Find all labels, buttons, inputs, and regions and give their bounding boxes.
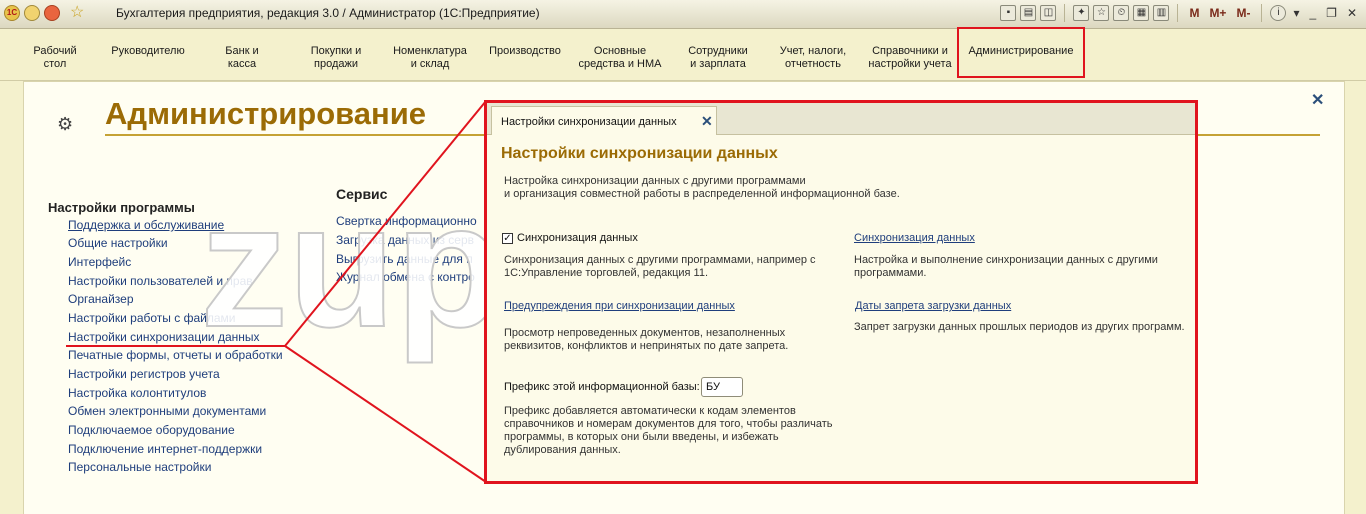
tab-label: Настройки синхронизации данных — [501, 116, 677, 128]
section-manager[interactable]: Руководителю — [111, 45, 184, 58]
link-print-forms[interactable]: Печатные формы, отчеты и обработки — [68, 348, 283, 362]
form-tab-bar: Настройки синхронизации данных ✕ — [487, 103, 1195, 135]
link-files[interactable]: Настройки работы с файлами — [68, 311, 235, 325]
info-icon[interactable]: i — [1270, 5, 1287, 21]
section-production[interactable]: Производство — [489, 45, 561, 58]
favorites-icon[interactable]: ☆ — [1093, 5, 1110, 21]
sync-warnings-link[interactable]: Предупреждения при синхронизации данных — [504, 300, 735, 312]
home-icon[interactable] — [44, 5, 60, 21]
link-users-rights[interactable]: Настройки пользователей и прав — [68, 274, 253, 288]
sync-settings-window: Настройки синхронизации данных ✕ Настрой… — [484, 100, 1198, 484]
link-sync-settings[interactable]: Настройки синхронизации данных — [68, 330, 260, 344]
page-title: Администрирование — [105, 96, 427, 131]
add-favorite-icon[interactable]: ✦ — [1073, 5, 1090, 21]
title-bar-left: 1С ☆ — [4, 5, 84, 21]
sync-checkbox-desc-line2: 1С:Управление торговлей, редакция 11. — [504, 267, 709, 279]
prefix-desc-line2: справочников и номерам документов для то… — [504, 418, 833, 430]
link-internet-support[interactable]: Подключение интернет-поддержки — [68, 442, 262, 456]
sync-checkbox-desc-line1: Синхронизация данных с другими программа… — [504, 254, 816, 266]
section-bank[interactable]: Банк и касса — [225, 45, 258, 71]
close-window-button[interactable]: ✕ — [1344, 6, 1360, 20]
section-desktop[interactable]: Рабочий стол — [33, 45, 76, 71]
close-icon[interactable]: ✕ — [1311, 90, 1324, 110]
minimize-button[interactable]: _ — [1306, 6, 1319, 20]
title-bar: 1С ☆ Бухгалтерия предприятия, редакция 3… — [0, 0, 1366, 29]
prefix-desc-line4: дублирования данных. — [504, 444, 621, 456]
section-nomenclature[interactable]: Номенклатура и склад — [393, 45, 467, 71]
prefix-input[interactable] — [701, 377, 743, 397]
restore-button[interactable]: ❐ — [1323, 6, 1340, 20]
window-title: Бухгалтерия предприятия, редакция 3.0 / … — [116, 6, 540, 20]
sections-panel: Рабочий стол Руководителю Банк и касса Пок… — [0, 29, 1366, 81]
link-support[interactable]: Поддержка и обслуживание — [68, 218, 224, 232]
close-tab-icon[interactable]: ✕ — [701, 113, 713, 130]
active-section-highlight — [957, 27, 1085, 78]
link-personal-settings[interactable]: Персональные настройки — [68, 460, 211, 474]
link-equipment[interactable]: Подключаемое оборудование — [68, 423, 235, 437]
calculator-icon[interactable]: ▥ — [1153, 5, 1170, 21]
prefix-desc-line1: Префикс добавляется автоматически к кода… — [504, 405, 796, 417]
link-load-data[interactable]: Загрузка данных из серв — [336, 233, 474, 247]
intro-text-line1: Настройка синхронизации данных с другими… — [504, 175, 806, 187]
section-employees[interactable]: Сотрудники и зарплата — [688, 45, 748, 71]
section-purchases[interactable]: Покупки и продажи — [311, 45, 362, 71]
service-heading: Сервис — [336, 186, 388, 202]
title-bar-right: ▪ ▤ ◫ ✦ ☆ ⏲ ▦ ▥ M M+ M- i ▾ _ ❐ ✕ — [1000, 4, 1360, 22]
preview-icon[interactable]: ◫ — [1040, 5, 1057, 21]
link-edi[interactable]: Обмен электронными документами — [68, 404, 266, 418]
toolbar-separator — [1064, 4, 1066, 22]
program-settings-heading: Настройки программы — [48, 200, 195, 215]
link-export-data[interactable]: Выгрузить данные для п — [336, 252, 473, 266]
link-headers[interactable]: Настройка колонтитулов — [68, 386, 206, 400]
link-general-settings[interactable]: Общие настройки — [68, 236, 168, 250]
link-registers[interactable]: Настройки регистров учета — [68, 367, 220, 381]
favorites-star-icon[interactable]: ☆ — [70, 5, 84, 21]
prefix-desc-line3: программы, в которых они были введены, и… — [504, 431, 779, 443]
section-accounting[interactable]: Учет, налоги, отчетность — [780, 45, 846, 71]
warnings-desc-line1: Просмотр непроведенных документов, незап… — [504, 327, 786, 339]
sync-data-link[interactable]: Синхронизация данных — [854, 232, 975, 244]
warnings-desc-line2: реквизитов, конфликтов и непринятых по д… — [504, 340, 789, 352]
memory-minus-button[interactable]: M- — [1233, 6, 1253, 20]
section-catalogs[interactable]: Справочники и настройки учета — [868, 45, 951, 71]
section-fixed-assets[interactable]: Основные средства и НМА — [579, 45, 662, 71]
gear-icon[interactable]: ⚙ — [57, 114, 73, 135]
link-interface[interactable]: Интерфейс — [68, 255, 131, 269]
toolbar-separator — [1177, 4, 1179, 22]
left-strip — [0, 81, 23, 513]
dates-desc: Запрет загрузки данных прошлых периодов … — [854, 321, 1185, 333]
prefix-label: Префикс этой информационной базы: — [504, 381, 700, 393]
tab-sync-settings[interactable]: Настройки синхронизации данных ✕ — [491, 106, 717, 135]
link-exchange-log[interactable]: Журнал обмена с контро — [336, 270, 475, 284]
memory-plus-button[interactable]: M+ — [1206, 6, 1229, 20]
sync-data-checkbox[interactable]: ✓ — [502, 233, 513, 244]
history-icon[interactable]: ⏲ — [1113, 5, 1130, 21]
intro-text-line2: и организация совместной работы в распре… — [504, 188, 900, 200]
sync-link-desc-line1: Настройка и выполнение синхронизации дан… — [854, 254, 1158, 266]
main-menu-icon[interactable] — [24, 5, 40, 21]
print-icon[interactable]: ▤ — [1020, 5, 1037, 21]
sync-link-desc-line2: программами. — [854, 267, 927, 279]
sync-data-checkbox-label[interactable]: Синхронизация данных — [517, 232, 638, 244]
memory-button[interactable]: M — [1186, 6, 1202, 20]
load-ban-dates-link[interactable]: Даты запрета загрузки данных — [855, 300, 1011, 312]
chevron-down-icon[interactable]: ▾ — [1290, 6, 1302, 20]
form-title: Настройки синхронизации данных — [501, 145, 778, 162]
link-organizer[interactable]: Органайзер — [68, 292, 134, 306]
app-logo-icon[interactable]: 1С — [4, 5, 20, 21]
save-icon[interactable]: ▪ — [1000, 5, 1017, 21]
link-collapse-db[interactable]: Свертка информационно — [336, 214, 477, 228]
calendar-icon[interactable]: ▦ — [1133, 5, 1150, 21]
toolbar-separator — [1261, 4, 1263, 22]
